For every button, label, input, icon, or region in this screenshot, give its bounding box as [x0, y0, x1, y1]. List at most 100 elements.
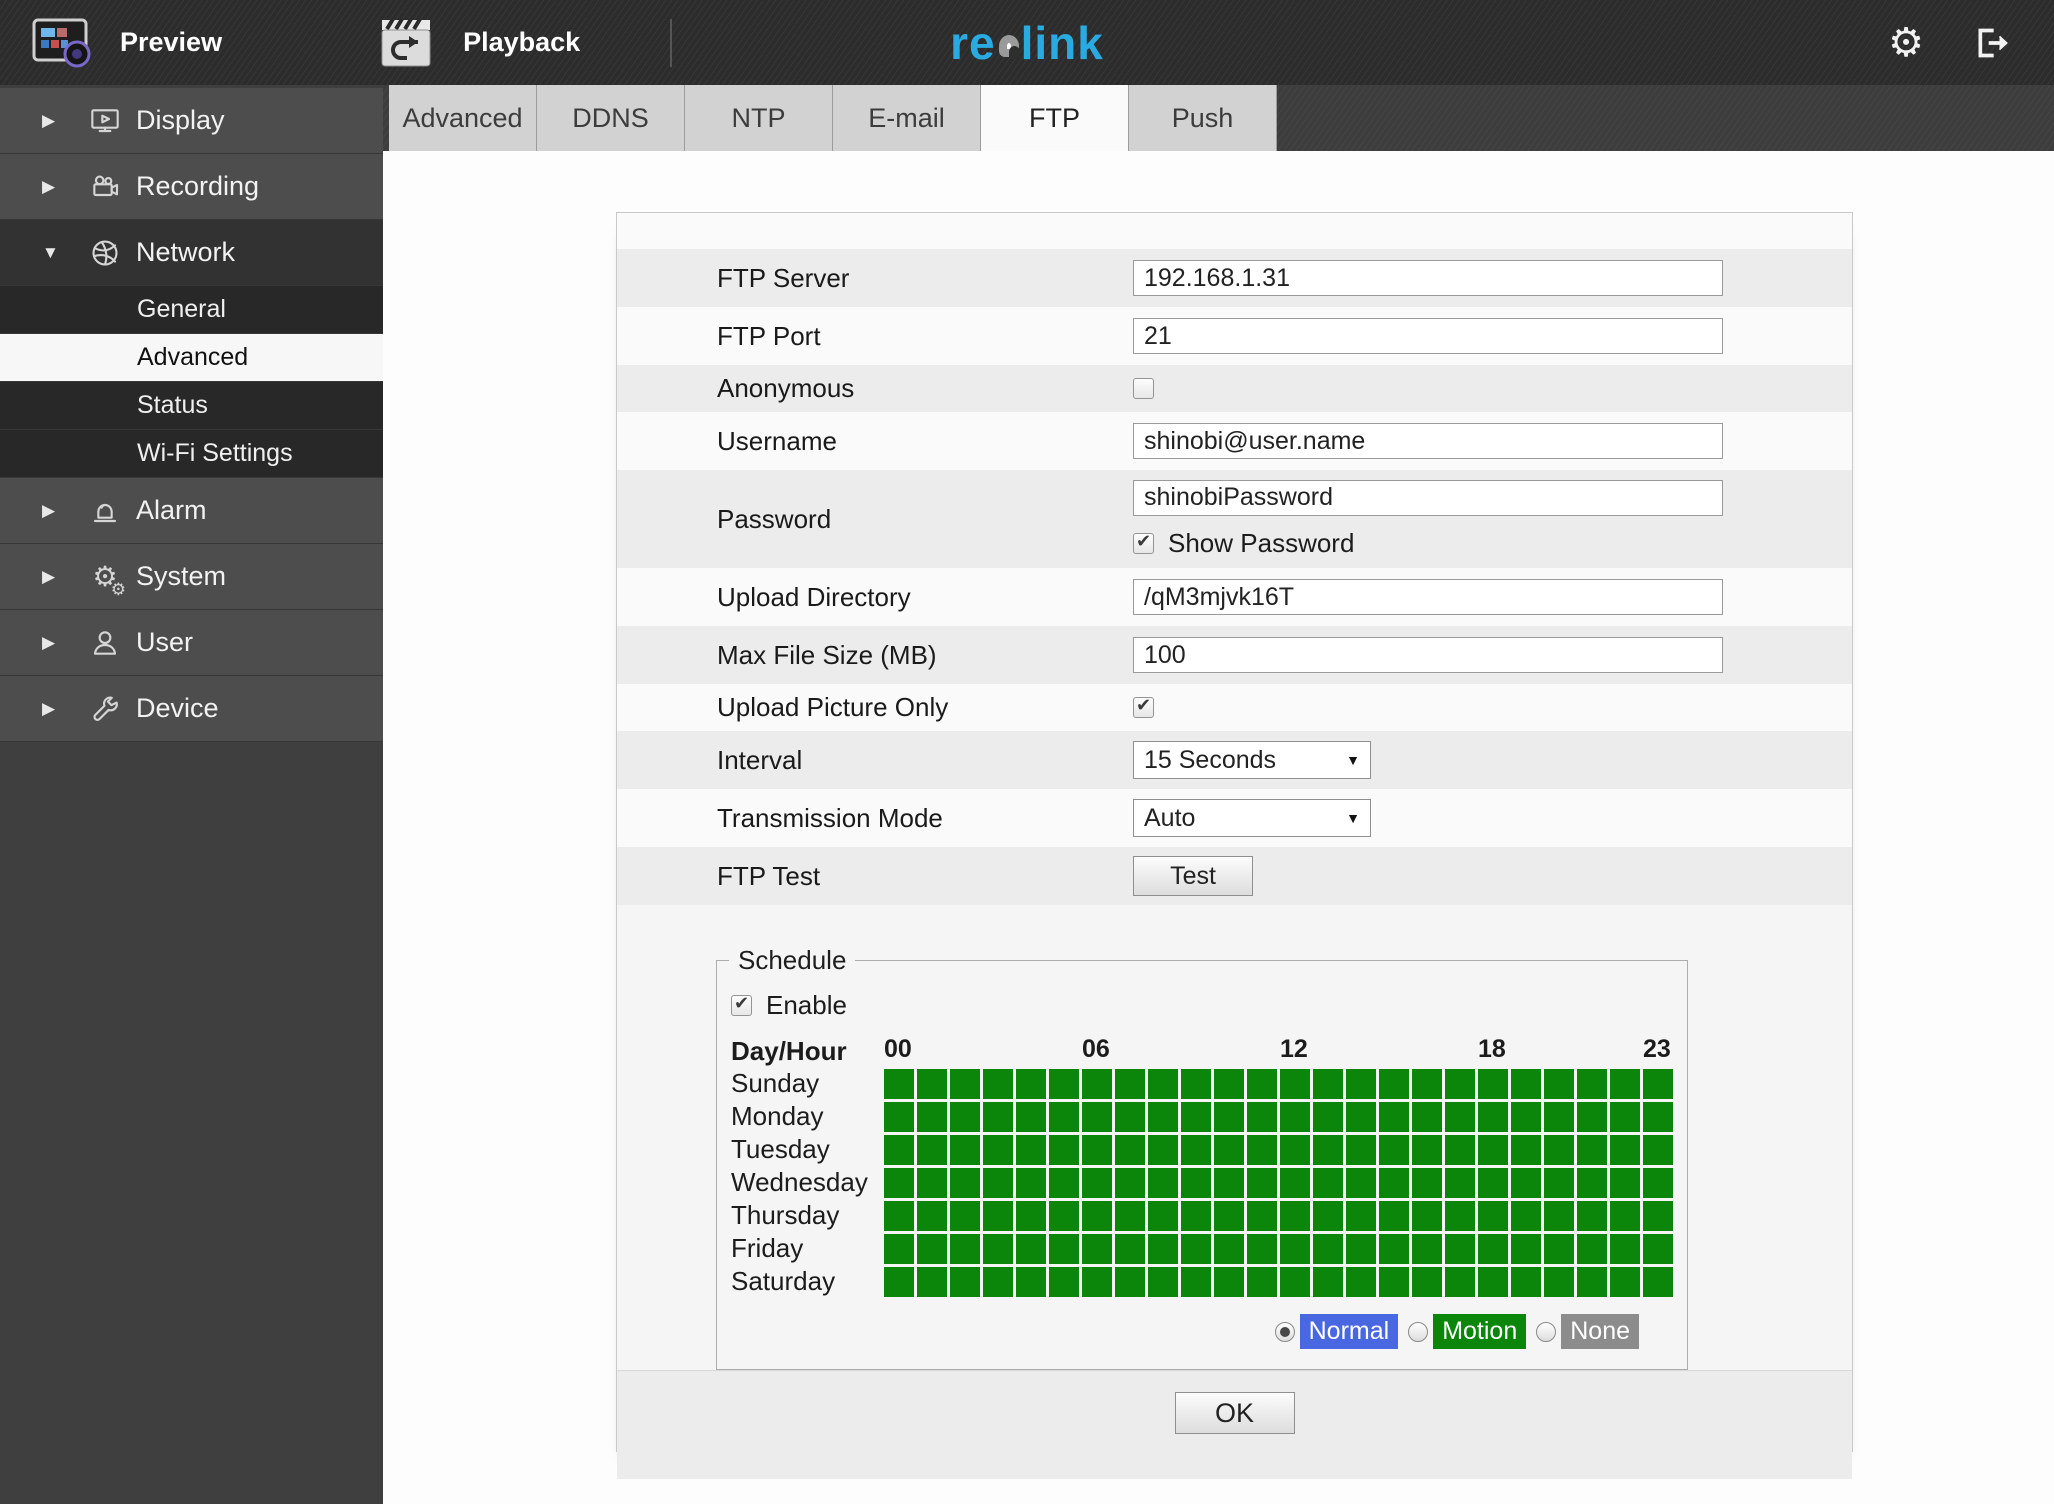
schedule-cell[interactable]	[1247, 1167, 1277, 1198]
schedule-cell[interactable]	[1049, 1233, 1079, 1264]
schedule-cell[interactable]	[1478, 1134, 1508, 1165]
schedule-cell[interactable]	[1412, 1167, 1442, 1198]
schedule-cell[interactable]	[1346, 1167, 1376, 1198]
schedule-cell[interactable]	[1214, 1134, 1244, 1165]
logout-icon[interactable]	[1970, 23, 2014, 63]
schedule-cell[interactable]	[1445, 1068, 1475, 1099]
schedule-cell[interactable]	[1478, 1068, 1508, 1099]
schedule-cell[interactable]	[1214, 1068, 1244, 1099]
show-password-checkbox[interactable]	[1133, 531, 1154, 554]
schedule-cell[interactable]	[1544, 1101, 1574, 1132]
schedule-cell[interactable]	[1610, 1134, 1640, 1165]
schedule-cell[interactable]	[1214, 1200, 1244, 1231]
schedule-cell[interactable]	[1478, 1167, 1508, 1198]
schedule-cell[interactable]	[1445, 1167, 1475, 1198]
schedule-cell[interactable]	[1181, 1134, 1211, 1165]
schedule-cell[interactable]	[1346, 1233, 1376, 1264]
schedule-cell[interactable]	[950, 1068, 980, 1099]
schedule-cell[interactable]	[983, 1134, 1013, 1165]
schedule-cell[interactable]	[983, 1167, 1013, 1198]
schedule-cell[interactable]	[983, 1068, 1013, 1099]
schedule-cell[interactable]	[1148, 1200, 1178, 1231]
schedule-cell[interactable]	[1511, 1167, 1541, 1198]
schedule-cell[interactable]	[1181, 1101, 1211, 1132]
schedule-cell[interactable]	[1247, 1200, 1277, 1231]
schedule-cell[interactable]	[1346, 1134, 1376, 1165]
schedule-cell[interactable]	[1181, 1266, 1211, 1297]
mode-radio-normal[interactable]	[1274, 1321, 1295, 1342]
schedule-cell[interactable]	[983, 1101, 1013, 1132]
schedule-cell[interactable]	[1115, 1068, 1145, 1099]
max-file-size-input[interactable]	[1133, 637, 1723, 673]
schedule-cell[interactable]	[1313, 1167, 1343, 1198]
schedule-cell[interactable]	[1280, 1101, 1310, 1132]
settings-gear-icon[interactable]: ⚙	[1888, 23, 1924, 63]
schedule-cell[interactable]	[1643, 1200, 1673, 1231]
schedule-cell[interactable]	[1379, 1167, 1409, 1198]
tab-push[interactable]: Push	[1129, 85, 1277, 151]
schedule-cell[interactable]	[1148, 1233, 1178, 1264]
ftp-server-input[interactable]	[1133, 260, 1723, 296]
schedule-cell[interactable]	[1181, 1200, 1211, 1231]
schedule-cell[interactable]	[1643, 1167, 1673, 1198]
tab-ddns[interactable]: DDNS	[537, 85, 685, 151]
schedule-cell[interactable]	[1511, 1266, 1541, 1297]
schedule-cell[interactable]	[1049, 1101, 1079, 1132]
ftp-test-button[interactable]: Test	[1133, 856, 1253, 896]
schedule-cell[interactable]	[1280, 1134, 1310, 1165]
mode-chip-motion[interactable]: Motion	[1433, 1314, 1527, 1349]
ok-button[interactable]: OK	[1174, 1392, 1295, 1434]
schedule-cell[interactable]	[1049, 1167, 1079, 1198]
schedule-cell[interactable]	[1577, 1167, 1607, 1198]
schedule-cell[interactable]	[950, 1134, 980, 1165]
schedule-cell[interactable]	[1478, 1101, 1508, 1132]
schedule-cell[interactable]	[1082, 1266, 1112, 1297]
mode-radio-motion[interactable]	[1408, 1321, 1429, 1342]
schedule-cell[interactable]	[1577, 1134, 1607, 1165]
tab-ftp[interactable]: FTP	[981, 85, 1129, 151]
schedule-cell[interactable]	[1379, 1134, 1409, 1165]
schedule-cell[interactable]	[1577, 1233, 1607, 1264]
schedule-cell[interactable]	[1148, 1167, 1178, 1198]
schedule-cell[interactable]	[1445, 1266, 1475, 1297]
schedule-cell[interactable]	[884, 1101, 914, 1132]
schedule-cell[interactable]	[1016, 1134, 1046, 1165]
schedule-cell[interactable]	[1313, 1233, 1343, 1264]
schedule-cell[interactable]	[1280, 1167, 1310, 1198]
schedule-cell[interactable]	[1247, 1101, 1277, 1132]
schedule-cell[interactable]	[1214, 1167, 1244, 1198]
schedule-cell[interactable]	[983, 1233, 1013, 1264]
upload-directory-input[interactable]	[1133, 579, 1723, 615]
schedule-cell[interactable]	[1082, 1233, 1112, 1264]
schedule-cell[interactable]	[1016, 1068, 1046, 1099]
schedule-cell[interactable]	[884, 1266, 914, 1297]
schedule-cell[interactable]	[1115, 1233, 1145, 1264]
schedule-cell[interactable]	[1148, 1266, 1178, 1297]
schedule-cell[interactable]	[917, 1200, 947, 1231]
schedule-cell[interactable]	[1346, 1200, 1376, 1231]
sidebar-subitem-advanced[interactable]: Advanced	[0, 334, 383, 382]
sidebar-subitem-wi-fi-settings[interactable]: Wi-Fi Settings	[0, 430, 383, 478]
playback-button[interactable]: Playback	[222, 0, 580, 85]
schedule-cell[interactable]	[884, 1167, 914, 1198]
password-input[interactable]	[1133, 479, 1723, 516]
schedule-cell[interactable]	[1544, 1167, 1574, 1198]
schedule-cell[interactable]	[1511, 1200, 1541, 1231]
schedule-cell[interactable]	[1082, 1134, 1112, 1165]
schedule-cell[interactable]	[917, 1233, 947, 1264]
sidebar-subitem-status[interactable]: Status	[0, 382, 383, 430]
schedule-cell[interactable]	[917, 1068, 947, 1099]
sidebar-item-alarm[interactable]: ▶ Alarm	[0, 478, 383, 544]
schedule-cell[interactable]	[1016, 1266, 1046, 1297]
preview-button[interactable]: Preview	[0, 0, 222, 85]
schedule-cell[interactable]	[1313, 1068, 1343, 1099]
schedule-cell[interactable]	[1412, 1134, 1442, 1165]
schedule-cell[interactable]	[1412, 1068, 1442, 1099]
schedule-cell[interactable]	[1016, 1200, 1046, 1231]
schedule-cell[interactable]	[1445, 1134, 1475, 1165]
schedule-cell[interactable]	[1115, 1266, 1145, 1297]
schedule-cell[interactable]	[1610, 1200, 1640, 1231]
schedule-cell[interactable]	[1379, 1233, 1409, 1264]
tab-ntp[interactable]: NTP	[685, 85, 833, 151]
schedule-cell[interactable]	[1181, 1068, 1211, 1099]
